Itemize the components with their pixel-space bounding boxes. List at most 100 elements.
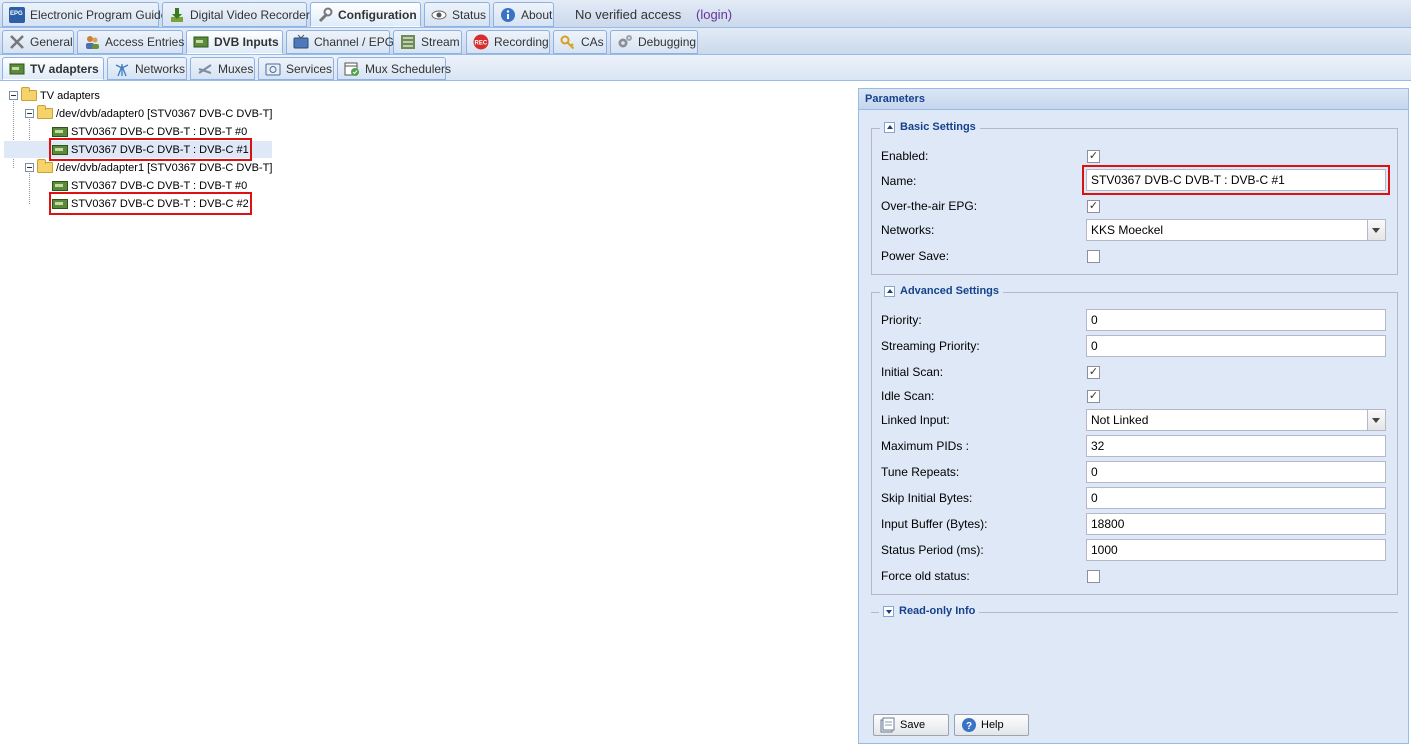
max-pids-field[interactable]: 32 [1086, 435, 1386, 457]
ota-epg-label: Over-the-air EPG: [881, 199, 978, 213]
config-tab-bar: General Access Entries DVB Inputs Channe… [0, 28, 1411, 55]
tree-node-label: STV0367 DVB-C DVB-T : DVB-T #0 [71, 125, 248, 138]
tab-mux-schedulers[interactable]: Mux Schedulers [337, 57, 451, 80]
tab-recording[interactable]: REC Recording [466, 30, 550, 54]
collapse-up-icon[interactable] [884, 121, 895, 133]
collapse-toggle-icon[interactable] [25, 163, 34, 172]
tune-repeats-field[interactable]: 0 [1086, 461, 1386, 483]
tab-electronic-program-guide[interactable]: EPG Electronic Program Guide [2, 2, 167, 27]
download-icon [169, 7, 185, 23]
tree-root[interactable]: TV adapters [9, 87, 100, 104]
name-field[interactable]: STV0367 DVB-C DVB-T : DVB-C #1 [1082, 165, 1390, 195]
svg-text:REC: REC [475, 41, 488, 47]
tv-card-icon [52, 144, 68, 155]
tab-dvb-inputs[interactable]: DVB Inputs [186, 30, 283, 54]
tab-label: Channel / EPG [314, 35, 395, 49]
networks-select[interactable]: KKS Moeckel [1086, 219, 1386, 241]
legend-label: Read-only Info [899, 605, 976, 617]
ota-epg-checkbox[interactable]: ✓ [1087, 200, 1100, 213]
readonly-info-legend[interactable]: Read-only Info [879, 605, 980, 617]
force-old-status-label: Force old status: [881, 569, 970, 583]
priority-field[interactable]: 0 [1086, 309, 1386, 331]
login-link[interactable]: (login) [696, 7, 732, 22]
priority-label: Priority: [881, 313, 922, 327]
skip-initial-bytes-field[interactable]: 0 [1086, 487, 1386, 509]
readonly-info-fieldset: Read-only Info [871, 605, 1398, 617]
input-buffer-field[interactable]: 18800 [1086, 513, 1386, 535]
save-button[interactable]: Save [873, 714, 949, 736]
access-status: No verified access [575, 7, 682, 22]
tab-services[interactable]: Services [258, 57, 334, 80]
tab-label: Stream [421, 35, 460, 49]
status-period-label: Status Period (ms): [881, 543, 984, 557]
save-icon [880, 717, 896, 733]
tv-card-icon [52, 126, 68, 137]
networks-value: KKS Moeckel [1091, 223, 1164, 237]
panel-title: Parameters [859, 89, 1408, 110]
tab-digital-video-recorder[interactable]: Digital Video Recorder [162, 2, 310, 27]
streaming-priority-field[interactable]: 0 [1086, 335, 1386, 357]
tab-status[interactable]: Status [424, 2, 490, 27]
expand-down-icon[interactable] [883, 605, 894, 617]
tab-general[interactable]: General [2, 30, 74, 54]
enabled-label: Enabled: [881, 149, 929, 163]
folder-icon [21, 87, 37, 101]
collapse-toggle-icon[interactable] [25, 109, 34, 118]
skip-initial-bytes-label: Skip Initial Bytes: [881, 491, 973, 505]
save-label: Save [900, 719, 926, 731]
tab-label: Configuration [338, 7, 417, 22]
rec-icon: REC [473, 34, 489, 50]
initial-scan-checkbox[interactable]: ✓ [1087, 366, 1100, 379]
tab-access-entries[interactable]: Access Entries [77, 30, 184, 54]
networks-label: Networks: [881, 223, 935, 237]
tree-frontend-item[interactable]: STV0367 DVB-C DVB-T : DVB-T #0 [52, 177, 247, 194]
collapse-up-icon[interactable] [884, 285, 895, 297]
tab-label: Services [286, 61, 333, 76]
linked-input-select[interactable]: Not Linked [1086, 409, 1386, 431]
help-button[interactable]: ? Help [954, 714, 1029, 736]
tab-configuration[interactable]: Configuration [310, 2, 421, 27]
tab-label: Networks [135, 61, 186, 76]
tree-node-label: TV adapters [40, 89, 100, 102]
stream-icon [400, 34, 416, 50]
muxes-icon [197, 61, 213, 77]
info-icon [500, 7, 516, 23]
idle-scan-checkbox[interactable]: ✓ [1087, 390, 1100, 403]
tree-node-label: STV0367 DVB-C DVB-T : DVB-C #1 [71, 143, 249, 156]
chevron-down-icon[interactable] [1367, 410, 1385, 430]
tree-frontend-item[interactable]: STV0367 DVB-C DVB-T : DVB-C #2 [49, 192, 252, 215]
adapter-tree: TV adapters /dev/dvb/adapter0 [STV0367 D… [0, 83, 858, 748]
tree-frontend-item-selected[interactable]: STV0367 DVB-C DVB-T : DVB-C #1 [49, 138, 252, 161]
main-tab-bar: EPG Electronic Program Guide Digital Vid… [0, 0, 1411, 28]
tree-node-label: /dev/dvb/adapter1 [STV0367 DVB-C DVB-T] [56, 161, 273, 174]
tab-networks[interactable]: Networks [107, 57, 187, 80]
tab-cas[interactable]: CAs [553, 30, 607, 54]
name-label: Name: [881, 174, 917, 188]
max-pids-label: Maximum PIDs : [881, 439, 970, 453]
linked-input-value: Not Linked [1091, 413, 1149, 427]
basic-settings-legend[interactable]: Basic Settings [880, 121, 980, 133]
tree-adapter1[interactable]: /dev/dvb/adapter1 [STV0367 DVB-C DVB-T] [25, 159, 272, 176]
status-period-field[interactable]: 1000 [1086, 539, 1386, 561]
streaming-priority-label: Streaming Priority: [881, 339, 980, 353]
power-save-checkbox[interactable] [1087, 250, 1100, 263]
tree-node-label: /dev/dvb/adapter0 [STV0367 DVB-C DVB-T] [56, 107, 273, 120]
collapse-toggle-icon[interactable] [9, 91, 18, 100]
tab-stream[interactable]: Stream [393, 30, 462, 54]
key-icon [560, 34, 576, 50]
tab-muxes[interactable]: Muxes [190, 57, 255, 80]
force-old-status-checkbox[interactable] [1087, 570, 1100, 583]
tree-adapter0[interactable]: /dev/dvb/adapter0 [STV0367 DVB-C DVB-T] [25, 105, 272, 122]
folder-icon [37, 159, 53, 173]
tab-about[interactable]: About [493, 2, 554, 27]
chevron-down-icon[interactable] [1367, 220, 1385, 240]
tab-label: Recording [494, 35, 549, 49]
tab-tv-adapters[interactable]: TV adapters [2, 57, 104, 80]
tab-debugging[interactable]: Debugging [610, 30, 698, 54]
initial-scan-label: Initial Scan: [881, 365, 944, 379]
advanced-settings-legend[interactable]: Advanced Settings [880, 285, 1004, 297]
tv-card-icon [52, 198, 68, 209]
tree-frontend-item[interactable]: STV0367 DVB-C DVB-T : DVB-T #0 [52, 123, 247, 140]
tab-channel-epg[interactable]: Channel / EPG [286, 30, 394, 54]
enabled-checkbox[interactable]: ✓ [1087, 150, 1100, 163]
